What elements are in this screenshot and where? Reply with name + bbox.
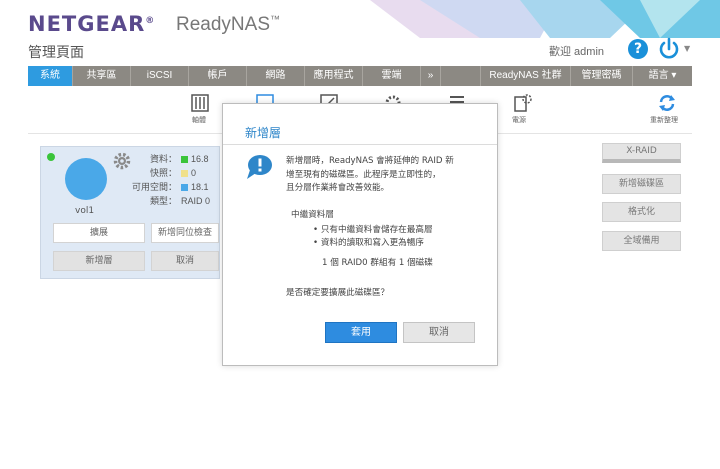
stat-free-space: 可用空間： 18.1 (131, 182, 209, 192)
section-title: 中繼資料層 (291, 210, 334, 220)
stat-data: 資料： 16.8 (149, 154, 209, 164)
refresh-icon[interactable] (658, 94, 676, 112)
expand-button[interactable]: 擴展 (53, 223, 145, 243)
new-volume-button[interactable]: 新增磁碟區 (602, 174, 681, 194)
dialog-title: 新增層 (245, 126, 282, 140)
tab-iscsi[interactable]: iSCSI (131, 66, 189, 86)
volume-card[interactable]: vol1 資料： 16.8 快照： 0 可用空間： 18.1 類型： RAID 0 擴展… (40, 146, 220, 279)
header-decoration (370, 0, 720, 38)
welcome-text: 歡迎 admin (549, 46, 605, 58)
help-icon[interactable]: ? (628, 39, 648, 59)
format-button[interactable]: 格式化 (602, 202, 681, 222)
link-admin-password[interactable]: 管理密碼 (571, 66, 633, 86)
tab-system[interactable]: 系統 (28, 66, 73, 86)
overview-label: 軸體 (192, 116, 206, 124)
tab-shares[interactable]: 共享區 (73, 66, 131, 86)
page-title: 管理頁面 (28, 45, 84, 61)
netgear-logo: NETGEAR® (28, 12, 156, 36)
nav-spacer (441, 66, 481, 86)
tab-network[interactable]: 網路 (247, 66, 305, 86)
tab-apps[interactable]: 應用程式 (305, 66, 363, 86)
cancel-button[interactable]: 取消 (403, 322, 475, 343)
info-bubble-icon (247, 155, 272, 179)
volume-cancel-button[interactable]: 取消 (151, 251, 219, 271)
xraid-button[interactable]: X-RAID (602, 143, 681, 163)
raid-info: 1 個 RAID0 群組有 1 個磁碟 (322, 258, 433, 268)
stat-type: 類型： RAID 0 (149, 196, 211, 206)
dialog-line-2: 增至現有的磁碟區。此程序是立即性的， (286, 170, 441, 180)
volume-name: vol1 (75, 206, 95, 216)
dialog-line-1: 新增層時，ReadyNAS 會將延伸的 RAID 新 (286, 156, 454, 166)
confirm-question: 是否確定要擴展此磁碟區？ (286, 288, 390, 298)
add-tier-dialog: 新增層 新增層時，ReadyNAS 會將延伸的 RAID 新 增至現有的磁碟區。… (222, 103, 498, 366)
main-nav: 系統 共享區 iSCSI 帳戶 網路 應用程式 雲端 » ReadyNAS 社群… (28, 66, 692, 86)
chevron-down-icon[interactable]: ▼ (684, 44, 690, 53)
legend-snapshot (181, 170, 188, 178)
status-dot (47, 153, 55, 161)
add-parity-button[interactable]: 新增同位檢查 (151, 223, 219, 243)
power-icon[interactable] (657, 37, 681, 61)
power-settings-icon[interactable] (514, 94, 532, 112)
volume-disk-icon (65, 158, 107, 200)
bullet-item: • 只有中繼資料會儲存在最高層 (313, 225, 433, 235)
apply-button[interactable]: 套用 (325, 322, 397, 343)
add-tier-button[interactable]: 新增層 (53, 251, 145, 271)
overview-icon[interactable] (191, 94, 209, 112)
tab-cloud[interactable]: 雲端 (363, 66, 421, 86)
bullet-item: • 資料的讀取和寫入更為暢序 (313, 238, 424, 248)
product-name: ReadyNAS™ (176, 14, 280, 35)
dialog-line-3: 且分層作業將會改善效能。 (286, 183, 390, 193)
dialog-divider (223, 144, 497, 145)
refresh-label: 重新整理 (650, 116, 678, 124)
tab-accounts[interactable]: 帳戶 (189, 66, 247, 86)
language-menu[interactable]: 語言 ▾ (633, 66, 692, 86)
global-spare-button[interactable]: 全域備用 (602, 231, 681, 251)
legend-data (181, 156, 188, 164)
tab-more[interactable]: » (421, 66, 441, 86)
power-label: 電源 (512, 116, 526, 124)
legend-free (181, 184, 188, 192)
link-community[interactable]: ReadyNAS 社群 (481, 66, 571, 86)
stat-snapshot: 快照： 0 (149, 168, 197, 178)
